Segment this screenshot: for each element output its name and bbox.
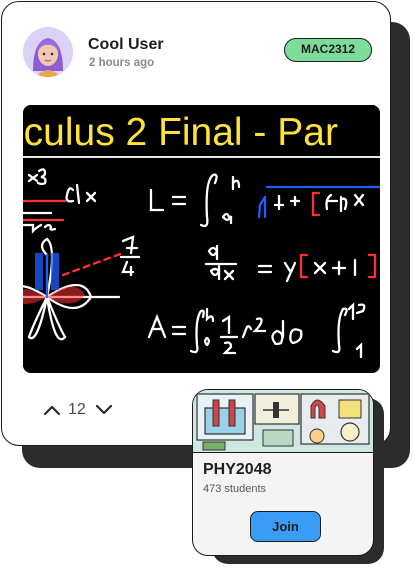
video-thumbnail[interactable]: lculus 2 Final - Par xyxy=(23,105,380,373)
join-course-button[interactable]: Join xyxy=(250,511,321,542)
vote-count: 12 xyxy=(68,401,86,418)
course-student-count: 473 students xyxy=(203,483,266,495)
student-count-label: students xyxy=(224,483,267,495)
post-timestamp: 2 hours ago xyxy=(89,57,155,69)
post-card: Cool User 2 hours ago MAC2312 lculus 2 F… xyxy=(1,1,391,446)
user-name[interactable]: Cool User xyxy=(88,36,164,54)
course-code: PHY2048 xyxy=(203,461,272,478)
course-tag-badge[interactable]: MAC2312 xyxy=(284,38,372,62)
physics-illustration xyxy=(193,390,373,452)
downvote-button[interactable] xyxy=(92,398,116,422)
avatar[interactable] xyxy=(23,27,73,77)
chevron-up-icon xyxy=(43,405,61,416)
course-card[interactable]: PHY2048 473 students Join xyxy=(192,389,374,556)
avatar-icon xyxy=(33,38,63,77)
calculus-board-image: lculus 2 Final - Par xyxy=(23,105,380,373)
upvote-button[interactable] xyxy=(40,398,64,422)
course-image xyxy=(193,390,373,453)
chevron-down-icon xyxy=(95,404,112,415)
video-title: lculus 2 Final - Par xyxy=(23,111,338,154)
vote-controls: 12 xyxy=(40,398,116,422)
student-count-value: 473 xyxy=(203,483,222,495)
